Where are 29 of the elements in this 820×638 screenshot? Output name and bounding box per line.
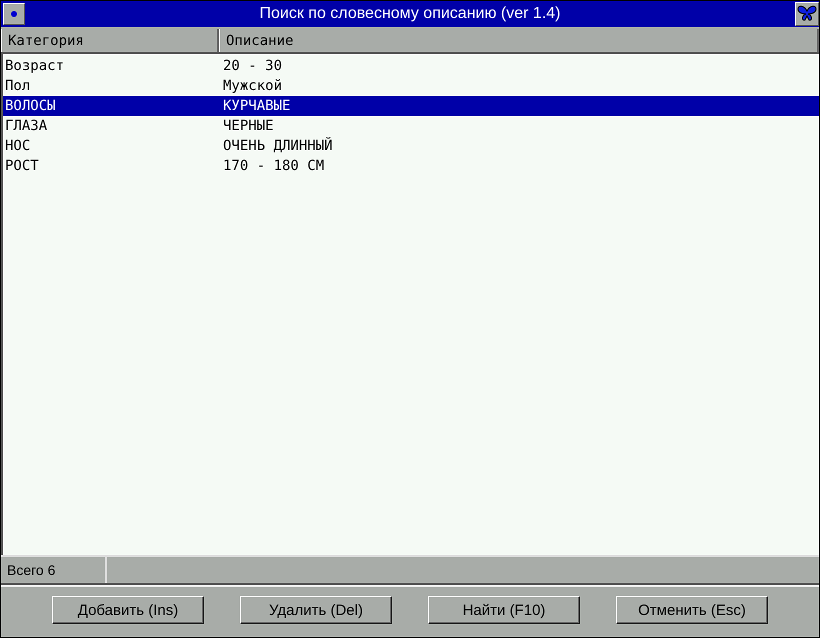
category-cell-text: ГЛАЗА	[4, 118, 48, 134]
dialog-button[interactable]: Найти (F10)	[428, 596, 580, 624]
category-cell-text: РОСТ	[4, 158, 40, 174]
list-row[interactable]: ВОЛОСЫ КУРЧАВЫЕ	[3, 96, 819, 116]
list-row[interactable]: НОС ОЧЕНЬ ДЛИННЫЙ	[3, 136, 819, 156]
column-header[interactable]: Категория	[1, 29, 219, 52]
description-cell-text: КУРЧАВЫЕ	[222, 98, 292, 114]
description-cell-text: 20 - 30	[222, 58, 284, 74]
list-row[interactable]: Возраст 20 - 30	[3, 56, 819, 76]
list-row[interactable]: ГЛАЗА ЧЕРНЫЕ	[3, 116, 819, 136]
list-row[interactable]: РОСТ 170 - 180 СМ	[3, 156, 819, 176]
description-cell-text: 170 - 180 СМ	[222, 158, 326, 174]
description-cell-text: ОЧЕНЬ ДЛИННЫЙ	[222, 138, 334, 154]
category-cell-text: ВОЛОСЫ	[4, 98, 57, 114]
description-cell-text: Мужской	[222, 78, 284, 94]
status-count: Всего 6	[1, 557, 107, 583]
system-menu-button[interactable]	[3, 3, 25, 25]
dialog-button[interactable]: Отменить (Esc)	[616, 596, 768, 624]
dialog-button[interactable]: Удалить (Del)	[240, 596, 392, 624]
category-cell-text: НОС	[4, 138, 32, 154]
description-cell-text: ЧЕРНЫЕ	[222, 118, 275, 134]
column-header[interactable]: Описание	[219, 29, 819, 52]
butterfly-icon[interactable]	[795, 2, 819, 26]
window-title: Поиск по словесному описанию (ver 1.4)	[258, 5, 562, 23]
category-cell-text: Возраст	[4, 58, 66, 74]
dialog-button[interactable]: Добавить (Ins)	[52, 596, 204, 624]
dot-icon	[11, 11, 17, 17]
list-row[interactable]: Пол Мужской	[3, 76, 819, 96]
category-cell-text: Пол	[4, 78, 32, 94]
